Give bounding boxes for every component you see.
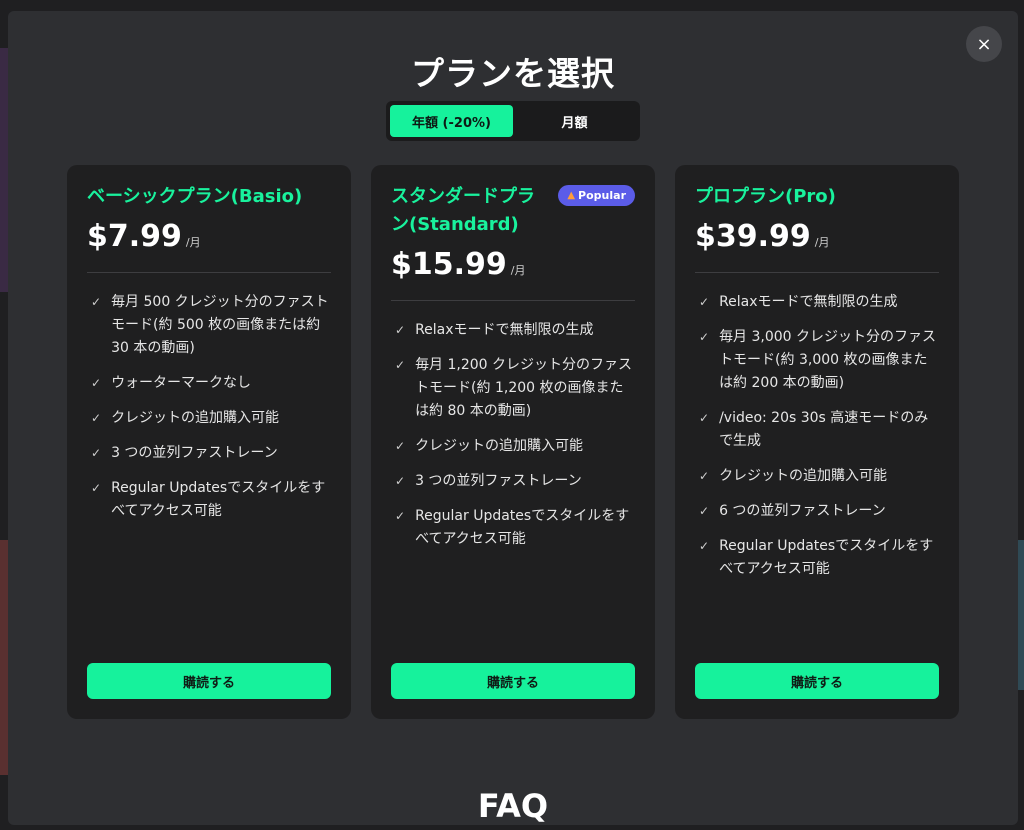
feature-list: ✓ Relaxモードで無制限の生成 ✓ 毎月 1,200 クレジット分のファストモー… <box>391 319 635 551</box>
feature-item: ✓ Relaxモードで無制限の生成 <box>695 291 939 314</box>
modal-title: プランを選択 <box>411 54 615 93</box>
feature-item: ✓ 毎月 500 クレジット分のファストモード(約 500 枚の画像または約 30… <box>87 291 331 360</box>
feature-list: ✓ Relaxモードで無制限の生成 ✓ 毎月 3,000 クレジット分のファストモー… <box>695 291 939 581</box>
plan-name: ベーシックプラン(Basio) <box>87 186 303 207</box>
pricing-modal: × プランを選択 年額 (-20%) 月額 ベーシックプラン(Basio) $7… <box>8 11 1018 825</box>
tab-yearly[interactable]: 年額 (-20%) <box>390 105 513 137</box>
feature-item: ✓ Regular Updatesでスタイルをすべてアクセス可能 <box>87 477 331 523</box>
check-icon: ✓ <box>91 376 102 390</box>
feature-item: ✓ Regular Updatesでスタイルをすべてアクセス可能 <box>391 505 635 551</box>
subscribe-button[interactable]: 購読する <box>391 663 635 699</box>
check-icon: ✓ <box>91 481 102 495</box>
feature-list: ✓ 毎月 500 クレジット分のファストモード(約 500 枚の画像または約 30… <box>87 291 331 523</box>
feature-item: ✓/video: 20s 30s 高速モードのみで生成 <box>695 407 939 453</box>
check-icon: ✓ <box>91 446 102 460</box>
check-icon: ✓ <box>699 295 710 309</box>
feature-item: ✓ クレジットの追加購入可能 <box>87 407 331 430</box>
divider <box>87 272 331 273</box>
plan-card-basic: ベーシックプラン(Basio) $7.99 /月 ✓ 毎月 500 クレジット分の… <box>67 165 351 719</box>
plan-card-standard: スタンダードプラン(Standard) ▲ Popular $15.99 /月 … <box>371 165 655 719</box>
check-icon: ✓ <box>91 411 102 425</box>
popular-badge: ▲ Popular <box>558 185 635 206</box>
feature-item: ✓ 毎月 3,000 クレジット分のファストモード(約 3,000 枚の画像または… <box>695 326 939 395</box>
subscribe-button[interactable]: 購読する <box>87 663 331 699</box>
check-icon: ✓ <box>91 295 102 309</box>
check-icon: ✓ <box>699 504 710 518</box>
divider <box>695 272 939 273</box>
tab-monthly[interactable]: 月額 <box>513 105 636 137</box>
feature-item: ✓ クレジットの追加購入可能 <box>391 435 635 458</box>
price-period: /月 <box>185 236 201 249</box>
check-icon: ✓ <box>395 509 406 523</box>
faq-heading: FAQ <box>477 787 549 825</box>
check-icon: ✓ <box>699 330 710 344</box>
feature-item: ✓ ウォーターマークなし <box>87 372 331 395</box>
billing-toggle: 年額 (-20%) 月額 <box>386 101 640 141</box>
background-content <box>0 540 8 775</box>
price-period: /月 <box>814 236 830 249</box>
plan-price: $15.99 <box>391 247 507 282</box>
feature-item: ✓ Regular Updatesでスタイルをすべてアクセス可能 <box>695 535 939 581</box>
flame-icon: ▲ <box>567 190 576 201</box>
check-icon: ✓ <box>395 474 406 488</box>
plan-name: プロプラン(Pro) <box>695 186 836 207</box>
price-period: /月 <box>510 264 526 277</box>
plan-card-pro: プロプラン(Pro) $39.99 /月 ✓ Relaxモードで無制限の生成 ✓ 毎… <box>675 165 959 719</box>
check-icon: ✓ <box>699 469 710 483</box>
feature-item: ✓ クレジットの追加購入可能 <box>695 465 939 488</box>
check-icon: ✓ <box>395 323 406 337</box>
subscribe-button[interactable]: 購読する <box>695 663 939 699</box>
feature-item: ✓ Relaxモードで無制限の生成 <box>391 319 635 342</box>
divider <box>391 300 635 301</box>
feature-item: ✓ 3 つの並列ファストレーン <box>391 470 635 493</box>
feature-item: ✓ 3 つの並列ファストレーン <box>87 442 331 465</box>
plan-name: スタンダードプラン(Standard) <box>391 186 535 235</box>
check-icon: ✓ <box>395 358 406 372</box>
check-icon: ✓ <box>699 539 710 553</box>
feature-item: ✓ 毎月 1,200 クレジット分のファストモード(約 1,200 枚の画像または… <box>391 354 635 423</box>
background-content <box>0 48 8 292</box>
check-icon: ✓ <box>395 439 406 453</box>
feature-item: ✓ 6 つの並列ファストレーン <box>695 500 939 523</box>
check-icon: ✓ <box>699 411 710 425</box>
plan-price: $39.99 <box>695 219 811 254</box>
plan-price: $7.99 <box>87 219 182 254</box>
